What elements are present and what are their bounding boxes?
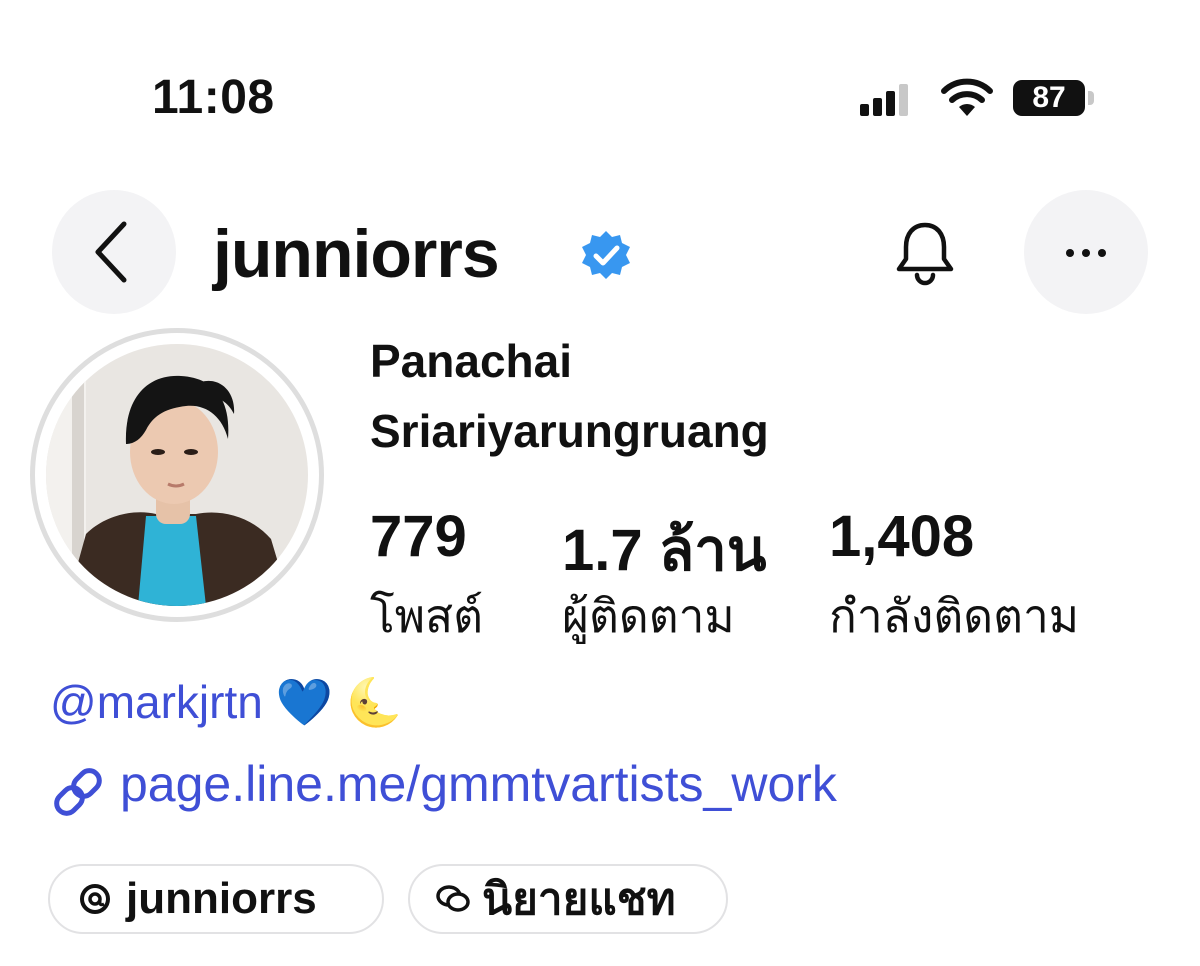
verified-badge-icon [582, 231, 630, 279]
full-name-line1: Panachai [370, 335, 572, 387]
bio-mention-link[interactable]: @markjrtn 💙 🌜 [50, 675, 403, 730]
status-time: 11:08 [152, 71, 275, 124]
chat-story-chip[interactable]: นิยายแชท [408, 864, 728, 934]
threads-chip-label: junniorrs [126, 874, 317, 923]
stat-posts-value[interactable]: 779 [370, 503, 467, 570]
battery-level: 87 [1032, 81, 1066, 114]
wifi-icon [941, 78, 993, 116]
stat-following-value[interactable]: 1,408 [829, 503, 974, 570]
back-button[interactable] [52, 190, 176, 314]
bell-icon[interactable] [893, 219, 957, 287]
chat-story-chip-label: นิยายแชท [482, 875, 676, 924]
more-options-button[interactable] [1024, 190, 1148, 314]
battery-cap [1088, 91, 1094, 105]
profile-full-name: Panachai Sriariyarungruang [370, 326, 990, 466]
profile-username: junniorrs [213, 216, 500, 292]
signal-icon [860, 82, 912, 116]
chat-bubbles-icon [436, 885, 470, 912]
link-icon [54, 768, 102, 816]
stat-following-label[interactable]: กำลังติดตาม [829, 580, 1079, 653]
battery-icon: 87 [1013, 80, 1085, 116]
bio-external-link[interactable]: page.line.me/gmmtvartists_work [120, 755, 837, 813]
back-arrow-icon [95, 221, 127, 283]
full-name-line2: Sriariyarungruang [370, 405, 769, 457]
threads-icon [80, 884, 110, 914]
stat-posts-label[interactable]: โพสต์ [370, 580, 483, 653]
avatar[interactable] [46, 344, 308, 606]
threads-chip[interactable]: junniorrs [48, 864, 384, 934]
stat-followers-label[interactable]: ผู้ติดตาม [562, 580, 735, 653]
